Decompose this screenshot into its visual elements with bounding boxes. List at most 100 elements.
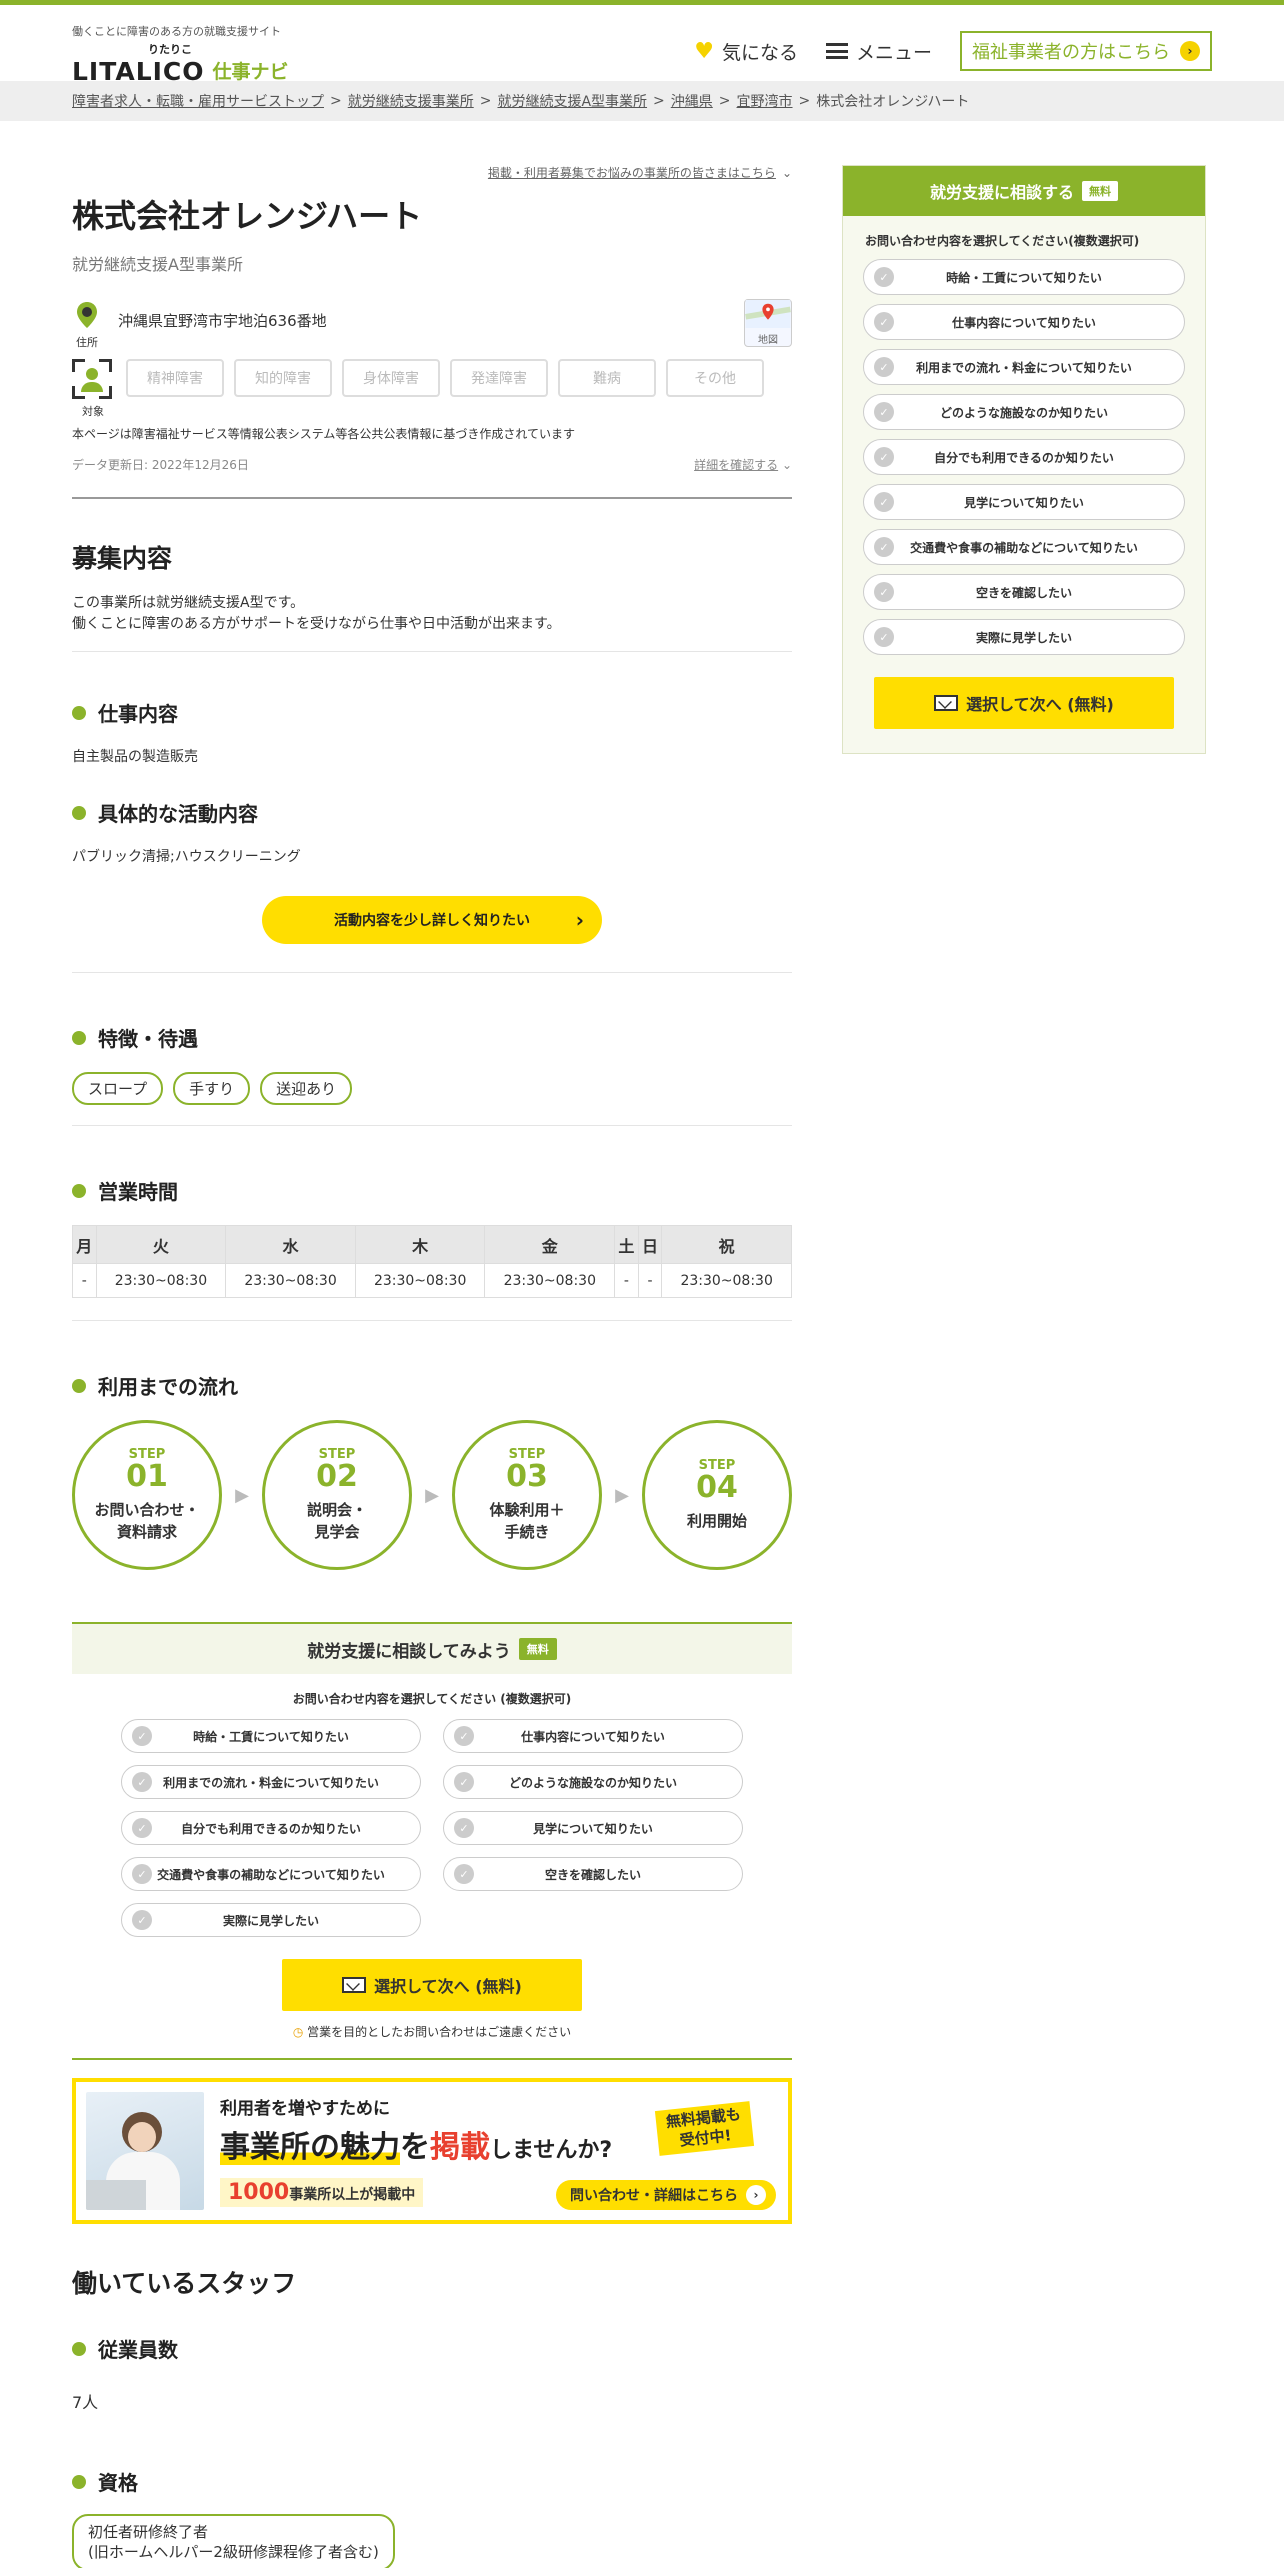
sidebar-option[interactable]: ✓ どのような施設なのか知りたい [863, 394, 1185, 430]
staff-heading: 働いているスタッフ [72, 2269, 297, 2298]
sidebar-option[interactable]: ✓ 時給・工賃について知りたい [863, 259, 1185, 295]
free-badge: 無料 [1082, 181, 1118, 201]
activity-more-button[interactable]: 活動内容を少し詳しく知りたい › [262, 896, 602, 944]
breadcrumb-link[interactable]: 就労継続支援A型事業所 [497, 91, 647, 111]
main-content: 掲載・利用者募集でお悩みの事業所の皆さまはこちら ⌄ 株式会社オレンジハート 就労… [72, 160, 792, 2568]
step-text: 利用開始 [686, 1511, 747, 1530]
address-label-block: 住所 [72, 301, 102, 350]
target-tag: 精神障害 [126, 359, 224, 397]
recruit-info-label: 掲載・利用者募集でお悩みの事業所の皆さまはこちら [487, 166, 776, 180]
target-label-block: 対象 [72, 359, 114, 419]
check-icon: ✓ [132, 1772, 152, 1792]
business-link-button[interactable]: 福祉事業者の方はこちら › [960, 31, 1212, 71]
consult-option[interactable]: ✓ 交通費や食事の補助などについて知りたい [121, 1857, 421, 1891]
breadcrumb-link[interactable]: 沖縄県 [671, 91, 713, 111]
work-heading: 仕事内容 [72, 698, 792, 727]
update-row: データ更新日: 2022年12月26日 詳細を確認する ⌄ [72, 456, 792, 473]
breadcrumb-current: 株式会社オレンジハート [816, 94, 970, 110]
consult-option[interactable]: ✓ 自分でも利用できるのか知りたい [121, 1811, 421, 1845]
location-pin-icon [77, 301, 97, 328]
favorite-button[interactable]: ♥ 気になる [694, 38, 798, 65]
site-logo[interactable]: りたりこ LITALICO 仕事ナビ [72, 43, 289, 86]
feature-tag: 手すり [173, 1072, 251, 1105]
heart-icon: ♥ [694, 38, 714, 64]
recruit-info-link[interactable]: 掲載・利用者募集でお悩みの事業所の皆さまはこちら ⌄ [72, 164, 792, 181]
banner-cta[interactable]: 問い合わせ・詳細はこちら › [556, 2180, 776, 2210]
consult-header: 就労支援に相談してみよう 無料 [72, 1622, 792, 1674]
hours-cell: 23:30~08:30 [661, 1263, 792, 1298]
menu-button[interactable]: メニュー [825, 38, 932, 65]
recruit-heading: 募集内容 [72, 544, 173, 573]
flow-step: STEP 02 説明会・ 見学会 [262, 1420, 412, 1570]
sidebar-option[interactable]: ✓ 見学について知りたい [863, 484, 1185, 520]
consult-option[interactable]: ✓ どのような施設なのか知りたい [443, 1765, 743, 1799]
check-icon: ✓ [874, 492, 894, 512]
consult-option[interactable]: ✓ 空きを確認したい [443, 1857, 743, 1891]
breadcrumb: 障害者求人・転職・雇用サービストップ > 就労継続支援事業所 > 就労継続支援A型事… [0, 81, 1284, 121]
address-row: 住所 沖縄県宜野湾市宇地泊636番地 地図 [72, 299, 792, 351]
banner-stamp: 無料掲載も 受付中! [654, 2101, 755, 2156]
chevron-right-icon: › [1180, 41, 1200, 61]
sidebar-option[interactable]: ✓ 実際に見学したい [863, 619, 1185, 655]
hours-table: 月 火 水 木 金 土 日 祝 - 23:30~08:30 23:30~08:3… [72, 1225, 792, 1298]
day-header: 土 [614, 1225, 639, 1264]
breadcrumb-link[interactable]: 障害者求人・転職・雇用サービストップ [72, 91, 324, 111]
step-text: 体験利用＋ 手続き [489, 1500, 565, 1541]
sidebar-option[interactable]: ✓ 自分でも利用できるのか知りたい [863, 439, 1185, 475]
breadcrumb-link[interactable]: 就労継続支援事業所 [348, 91, 474, 111]
consult-next-button[interactable]: 選択して次へ (無料) [282, 1959, 582, 2011]
breadcrumb-link[interactable]: 宜野湾市 [737, 91, 793, 111]
target-tags: 精神障害 知的障害 身体障害 発達障害 難病 その他 [126, 359, 764, 397]
check-icon: ✓ [132, 1910, 152, 1930]
target-tag: 身体障害 [342, 359, 440, 397]
facility-type: 就労継続支援A型事業所 [72, 255, 243, 274]
divider [72, 1320, 792, 1321]
step-text: 説明会・ 見学会 [306, 1500, 367, 1541]
triangle-right-icon: ▶ [615, 1484, 629, 1506]
listing-banner[interactable]: 利用者を増やすために 事業所の魅力を掲載しませんか? 無料掲載も 受付中! 100… [72, 2078, 792, 2224]
qualification-list: 初任者研修終了者 (旧ホームヘルパー2級研修課程修了者含む) [72, 2514, 792, 2568]
step-number: 01 [126, 1458, 168, 1494]
check-icon: ✓ [874, 447, 894, 467]
banner-photo [86, 2092, 204, 2210]
hours-cell: 23:30~08:30 [354, 1263, 486, 1298]
sidebar-header: 就労支援に相談する 無料 [843, 166, 1205, 216]
banner-line-2: 事業所の魅力を掲載しませんか? [220, 2130, 613, 2165]
favorite-label: 気になる [721, 41, 798, 64]
source-note: 本ページは障害福祉サービス等情報公表システム等各公共公表情報に基づき作成されてい… [72, 427, 576, 441]
sidebar-option[interactable]: ✓ 空きを確認したい [863, 574, 1185, 610]
features-heading: 特徴・待遇 [72, 1023, 792, 1052]
day-header: 日 [637, 1225, 663, 1264]
detail-link[interactable]: 詳細を確認する ⌄ [694, 456, 792, 473]
map-button[interactable]: 地図 [744, 299, 792, 347]
check-icon: ✓ [874, 627, 894, 647]
flow-step: STEP 01 お問い合わせ・ 資料請求 [72, 1420, 222, 1570]
sidebar-option[interactable]: ✓ 交通費や食事の補助などについて知りたい [863, 529, 1185, 565]
consult-option[interactable]: ✓ 利用までの流れ・料金について知りたい [121, 1765, 421, 1799]
step-number: 04 [696, 1469, 738, 1505]
target-tag: その他 [666, 359, 764, 397]
divider [72, 651, 792, 652]
address-label: 住所 [76, 335, 98, 349]
flow-step: STEP 04 利用開始 [642, 1420, 792, 1570]
sidebar-option[interactable]: ✓ 利用までの流れ・料金について知りたい [863, 349, 1185, 385]
site-tagline: 働くことに障害のある方の就職支援サイト [72, 25, 281, 38]
divider [72, 1125, 792, 1126]
clock-icon: ◷ [292, 2025, 304, 2039]
day-header: 水 [225, 1225, 356, 1264]
hours-cell: 23:30~08:30 [225, 1263, 356, 1298]
step-number: 03 [506, 1458, 548, 1494]
map-label: 地図 [758, 335, 778, 346]
day-header: 火 [95, 1225, 227, 1264]
consult-warning: ◷ 営業を目的としたお問い合わせはご遠慮ください [292, 2025, 572, 2039]
target-tag: 知的障害 [234, 359, 332, 397]
consult-option[interactable]: ✓ 時給・工賃について知りたい [121, 1719, 421, 1753]
feature-tag: 送迎あり [260, 1072, 353, 1105]
consult-option[interactable]: ✓ 見学について知りたい [443, 1811, 743, 1845]
staff-count-heading: 従業員数 [72, 2334, 792, 2363]
consult-option[interactable]: ✓ 仕事内容について知りたい [443, 1719, 743, 1753]
sidebar-next-button[interactable]: 選択して次へ (無料) [874, 677, 1174, 729]
chevron-right-icon: › [746, 2185, 766, 2205]
consult-option[interactable]: ✓ 実際に見学したい [121, 1903, 421, 1937]
sidebar-option[interactable]: ✓ 仕事内容について知りたい [863, 304, 1185, 340]
